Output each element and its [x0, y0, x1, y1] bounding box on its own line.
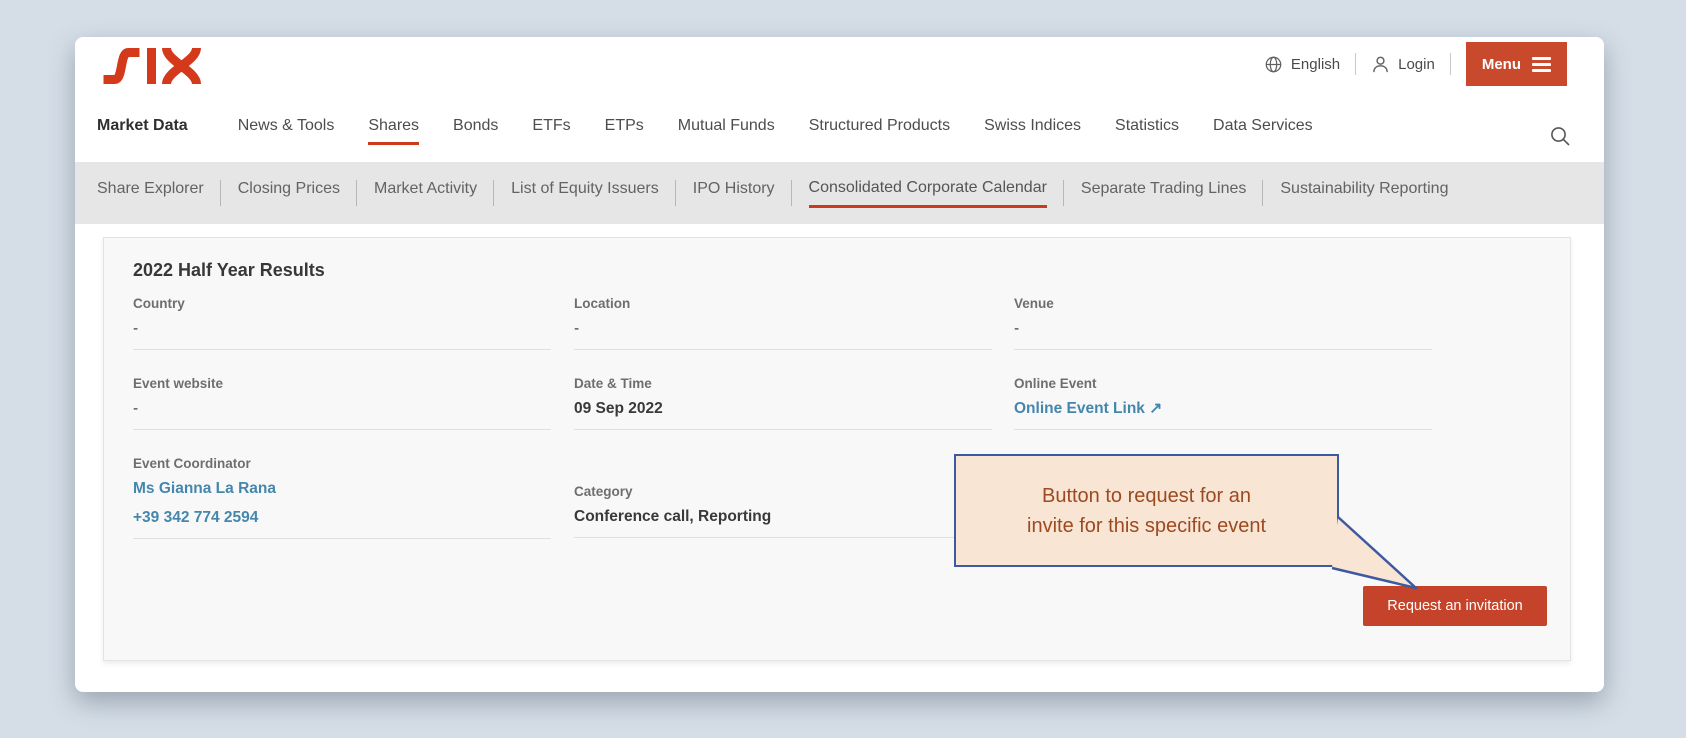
- login-button[interactable]: Login: [1371, 55, 1435, 74]
- online-event-link[interactable]: Online Event Link ↗: [1014, 399, 1432, 419]
- menu-label: Menu: [1481, 55, 1521, 73]
- field-value: -: [133, 320, 139, 337]
- field-label: Country: [133, 296, 185, 311]
- field-event-website: Event website -: [133, 370, 551, 430]
- request-invitation-button[interactable]: Request an invitation: [1363, 586, 1547, 626]
- nav-item-bonds[interactable]: Bonds: [453, 117, 498, 142]
- detail-column-3: Venue - Online Event Online Event Link ↗: [1014, 290, 1432, 430]
- six-logo-icon: [103, 46, 201, 86]
- coordinator-phone-link[interactable]: +39 342 774 2594: [133, 508, 551, 528]
- menu-button[interactable]: Menu: [1465, 42, 1567, 86]
- search-icon: [1551, 127, 1570, 146]
- login-label: Login: [1398, 55, 1435, 73]
- sub-navigation: Share Explorer Closing Prices Market Act…: [75, 162, 1604, 224]
- subnav-item-consolidated-corporate-calendar[interactable]: Consolidated Corporate Calendar: [792, 179, 1064, 208]
- annotation-text-line-1: Button to request for an: [1041, 484, 1252, 507]
- field-category: Category Conference call, Reporting: [574, 478, 992, 538]
- language-label: English: [1290, 55, 1341, 73]
- detail-column-1: Country - Event website - Event Coordina…: [133, 290, 551, 539]
- field-value: -: [133, 400, 139, 417]
- field-value: -: [574, 320, 580, 337]
- detail-column-2: Location - Date & Time 09 Sep 2022 Categ…: [574, 290, 992, 538]
- page-background: English Login Menu Market Data News & To…: [0, 0, 1686, 738]
- six-logo[interactable]: [100, 46, 206, 86]
- online-event-link-label: Online Event Link: [1014, 400, 1145, 417]
- nav-item-news-tools[interactable]: News & Tools: [238, 117, 335, 142]
- nav-item-market-data[interactable]: Market Data: [97, 117, 188, 142]
- field-label: Event Coordinator: [133, 456, 251, 471]
- field-value: -: [1014, 320, 1020, 337]
- user-icon: [1373, 56, 1388, 72]
- main-navigation: Market Data News & Tools Shares Bonds ET…: [97, 117, 1313, 145]
- hamburger-icon: [1532, 56, 1551, 72]
- field-date-time: Date & Time 09 Sep 2022: [574, 370, 992, 430]
- nav-item-data-services[interactable]: Data Services: [1213, 117, 1313, 142]
- field-venue: Venue -: [1014, 290, 1432, 350]
- nav-item-swiss-indices[interactable]: Swiss Indices: [984, 117, 1081, 142]
- annotation-callout: Button to request for an invite for this…: [954, 454, 1339, 567]
- nav-item-statistics[interactable]: Statistics: [1115, 117, 1179, 142]
- search-button[interactable]: [1549, 125, 1571, 147]
- subnav-item-ipo-history[interactable]: IPO History: [676, 180, 792, 206]
- event-title: 2022 Half Year Results: [133, 260, 325, 280]
- field-label: Location: [574, 296, 631, 311]
- field-label: Category: [574, 484, 633, 499]
- subnav-item-closing-prices[interactable]: Closing Prices: [221, 180, 357, 206]
- external-link-icon: ↗: [1149, 400, 1163, 417]
- nav-item-structured-products[interactable]: Structured Products: [809, 117, 950, 142]
- field-online-event: Online Event Online Event Link ↗: [1014, 370, 1432, 430]
- field-label: Venue: [1014, 296, 1054, 311]
- nav-item-etps[interactable]: ETPs: [605, 117, 644, 142]
- header-separator: [1449, 53, 1451, 75]
- field-value: 09 Sep 2022: [574, 400, 663, 417]
- subnav-item-market-activity[interactable]: Market Activity: [357, 180, 494, 206]
- globe-icon: [1265, 56, 1282, 72]
- site-card: English Login Menu Market Data News & To…: [75, 37, 1604, 692]
- subnav-item-separate-trading-lines[interactable]: Separate Trading Lines: [1064, 180, 1263, 206]
- nav-item-shares[interactable]: Shares: [368, 117, 420, 145]
- coordinator-name-link[interactable]: Ms Gianna La Rana: [133, 479, 551, 499]
- subnav-item-list-of-equity-issuers[interactable]: List of Equity Issuers: [494, 180, 676, 206]
- header-utility-bar: English Login Menu: [1264, 42, 1567, 86]
- annotation-text-line-2: invite for this specific event: [1027, 514, 1266, 537]
- nav-item-mutual-funds[interactable]: Mutual Funds: [678, 117, 775, 142]
- field-event-coordinator: Event Coordinator Ms Gianna La Rana +39 …: [133, 450, 551, 539]
- event-detail-panel: 2022 Half Year Results Country - Event w…: [103, 237, 1571, 661]
- field-location: Location -: [574, 290, 992, 350]
- field-label: Date & Time: [574, 376, 652, 391]
- subnav-item-sustainability-reporting[interactable]: Sustainability Reporting: [1263, 180, 1465, 206]
- nav-item-etfs[interactable]: ETFs: [532, 117, 570, 142]
- header-separator: [1355, 53, 1357, 75]
- field-value: Conference call, Reporting: [574, 508, 772, 525]
- subnav-item-share-explorer[interactable]: Share Explorer: [97, 180, 221, 206]
- field-country: Country -: [133, 290, 551, 350]
- field-label: Online Event: [1014, 376, 1097, 391]
- field-label: Event website: [133, 376, 224, 391]
- language-selector[interactable]: English: [1264, 55, 1340, 74]
